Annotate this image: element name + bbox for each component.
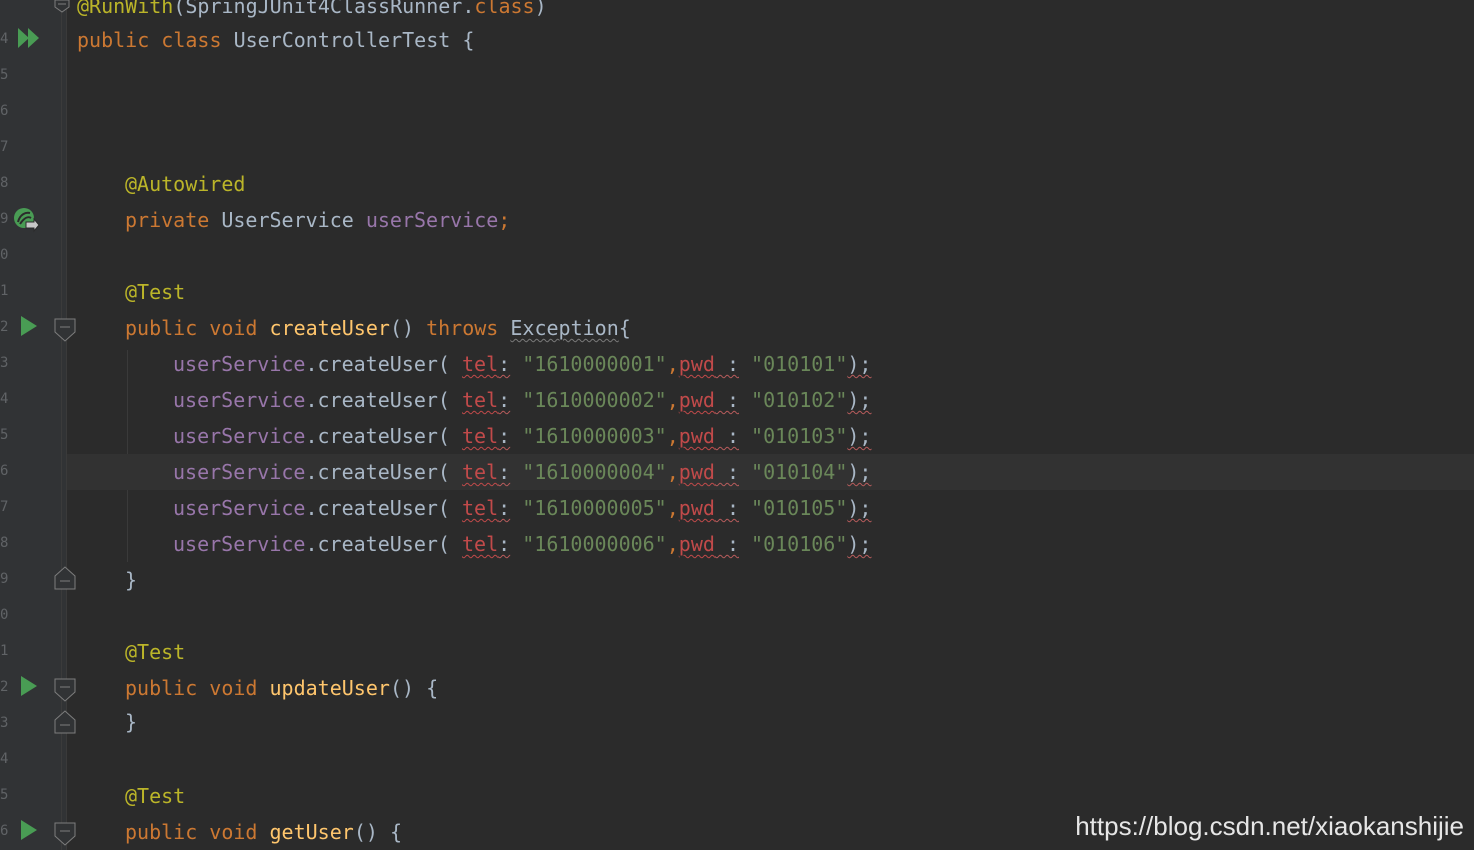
param-hint: pwd bbox=[678, 352, 715, 376]
line-number: 4 bbox=[0, 31, 9, 47]
param-hint: tel bbox=[462, 496, 499, 520]
code-line: } bbox=[125, 710, 138, 734]
line-number: 8 bbox=[0, 175, 9, 191]
param-hint: tel bbox=[462, 352, 499, 376]
code-line: } bbox=[125, 568, 138, 592]
line-number: 7 bbox=[0, 139, 9, 155]
code-line: userService.createUser( tel: "1610000002… bbox=[173, 388, 872, 412]
code-editor[interactable]: 4 5 6 7 8 9 0 1 2 3 4 5 6 7 8 9 0 1 2 3 … bbox=[0, 0, 1474, 850]
autowired-bean-icon[interactable] bbox=[12, 206, 40, 238]
line-number: 5 bbox=[0, 427, 9, 443]
line-number: 9 bbox=[0, 571, 9, 587]
param-hint: tel bbox=[462, 532, 499, 556]
param-hint: pwd bbox=[678, 388, 715, 412]
code-line: userService.createUser( tel: "1610000001… bbox=[173, 352, 872, 376]
code-line: @RunWith(SpringJUnit4ClassRunner.class) bbox=[77, 0, 547, 18]
code-line: @Test bbox=[125, 784, 186, 808]
code-line: @Test bbox=[125, 640, 186, 664]
editor-gutter: 4 5 6 7 8 9 0 1 2 3 4 5 6 7 8 9 0 1 2 3 … bbox=[0, 0, 76, 850]
param-hint: pwd bbox=[678, 496, 715, 520]
param-hint: pwd bbox=[678, 460, 715, 484]
watermark: https://blog.csdn.net/xiaokanshijie bbox=[1075, 811, 1464, 841]
line-number: 1 bbox=[0, 283, 9, 299]
line-number: 3 bbox=[0, 715, 9, 731]
line-number: 8 bbox=[0, 535, 9, 551]
code-line: public class UserControllerTest { bbox=[77, 28, 475, 52]
line-number: 2 bbox=[0, 679, 9, 695]
line-number: 9 bbox=[0, 211, 9, 227]
param-hint: pwd bbox=[678, 424, 715, 448]
line-number: 5 bbox=[0, 67, 9, 83]
code-line: public void updateUser() { bbox=[125, 676, 439, 700]
class-name: UserControllerTest bbox=[233, 28, 451, 52]
line-number: 6 bbox=[0, 103, 9, 119]
line-number: 4 bbox=[0, 391, 9, 407]
run-test-icon[interactable] bbox=[20, 675, 38, 701]
param-hint: pwd bbox=[678, 532, 715, 556]
code-line: @Autowired bbox=[125, 172, 246, 196]
line-number: 4 bbox=[0, 751, 9, 767]
code-line: public void createUser() throws Exceptio… bbox=[125, 316, 631, 340]
code-line: @Test bbox=[125, 280, 186, 304]
line-number: 7 bbox=[0, 499, 9, 515]
run-test-icon[interactable] bbox=[20, 315, 38, 341]
param-hint: tel bbox=[462, 424, 499, 448]
code-line: userService.createUser( tel: "1610000003… bbox=[173, 424, 872, 448]
param-hint: tel bbox=[462, 460, 499, 484]
line-number: 6 bbox=[0, 463, 9, 479]
run-test-icon[interactable] bbox=[20, 819, 38, 845]
code-area[interactable]: @RunWith(SpringJUnit4ClassRunner.class) … bbox=[67, 0, 1474, 850]
line-number: 0 bbox=[0, 607, 9, 623]
code-line: userService.createUser( tel: "1610000006… bbox=[173, 532, 872, 556]
line-number: 3 bbox=[0, 355, 9, 371]
line-number: 2 bbox=[0, 319, 9, 335]
line-number: 0 bbox=[0, 247, 9, 263]
code-line: userService.createUser( tel: "1610000005… bbox=[173, 496, 872, 520]
line-number: 1 bbox=[0, 643, 9, 659]
current-code-line: userService.createUser( tel: "1610000004… bbox=[67, 454, 1474, 490]
line-number: 5 bbox=[0, 787, 9, 803]
line-number: 6 bbox=[0, 823, 9, 839]
code-line: private UserService userService; bbox=[125, 208, 511, 232]
param-hint: tel bbox=[462, 388, 499, 412]
run-class-icon[interactable] bbox=[16, 27, 42, 53]
